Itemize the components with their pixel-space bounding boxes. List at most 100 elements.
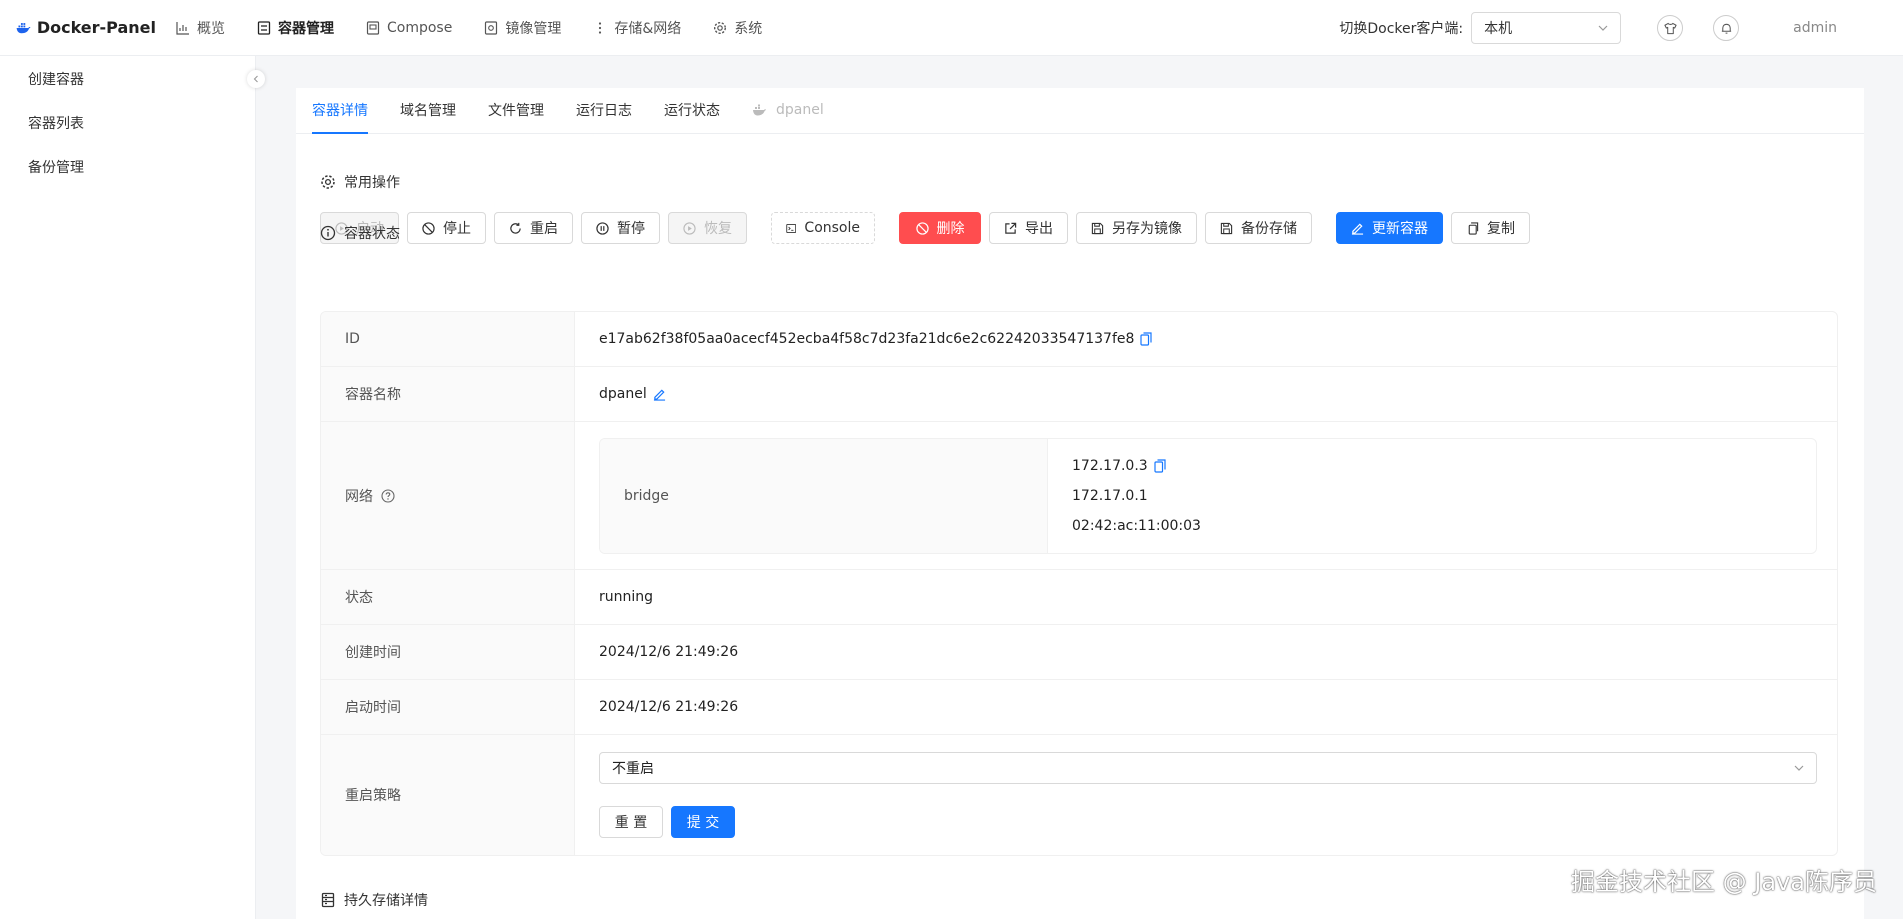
backup-storage-button[interactable]: 备份存储 [1205, 212, 1312, 244]
sidebar-collapse-button[interactable] [247, 70, 265, 88]
detail-label: 创建时间 [321, 625, 575, 679]
copy-icon [1468, 221, 1479, 235]
button-label: 恢复 [704, 221, 732, 237]
export-button[interactable]: 导出 [989, 212, 1068, 244]
section-title-text: 持久存储详情 [344, 893, 428, 909]
console-button[interactable]: Console [771, 212, 875, 244]
container-details-table: ID e17ab62f38f05aa0acecf452ecba4f58c7d23… [320, 311, 1838, 856]
button-label: 备份存储 [1241, 221, 1297, 237]
question-circle-icon[interactable] [381, 488, 395, 503]
nav-label: 容器管理 [278, 20, 334, 37]
detail-row-state: 状态 running [321, 570, 1837, 625]
update-container-button[interactable]: 更新容器 [1336, 212, 1443, 244]
save-icon [1091, 222, 1104, 234]
brand[interactable]: Docker-Panel [0, 18, 156, 37]
tab-domain-management[interactable]: 域名管理 [400, 87, 456, 133]
stop-button[interactable]: 停止 [407, 212, 486, 244]
reload-icon [510, 222, 521, 234]
save-as-image-button[interactable]: 另存为镜像 [1076, 212, 1197, 244]
nav-image-management[interactable]: 镜像管理 [468, 0, 577, 56]
sidebar-item-backup-management[interactable]: 备份管理 [0, 146, 255, 190]
network-ip-row: 172.17.0.3 [1072, 451, 1816, 481]
detail-row-network: 网络 bridge 172.17.0.3 172.17.0.1 02:42:ac… [321, 422, 1837, 570]
detail-label: 网络 [321, 422, 575, 569]
chevron-left-icon [253, 75, 258, 83]
button-label: 复制 [1487, 221, 1515, 237]
main-card: 容器详情 域名管理 文件管理 运行日志 运行状态 dpanel 常用操作 启动 … [296, 88, 1864, 919]
network-mac: 02:42:ac:11:00:03 [1072, 517, 1201, 534]
docker-client-label: 切换Docker客户端: [1339, 21, 1464, 37]
pause-button[interactable]: 暂停 [581, 212, 660, 244]
sidebar-item-container-list[interactable]: 容器列表 [0, 102, 255, 146]
tab-file-management[interactable]: 文件管理 [488, 87, 544, 133]
restart-policy-select[interactable]: 不重启 [599, 752, 1817, 784]
gear-icon [714, 21, 727, 34]
tab-label: dpanel [776, 102, 824, 118]
theme-button[interactable] [1657, 15, 1684, 41]
nav-label: 存储&网络 [614, 20, 682, 37]
button-label: 暂停 [617, 221, 645, 237]
detail-label: 容器名称 [321, 367, 575, 421]
detail-tabs: 容器详情 域名管理 文件管理 运行日志 运行状态 dpanel [296, 88, 1864, 134]
resume-button[interactable]: 恢复 [668, 212, 747, 244]
detail-label: 重启策略 [321, 735, 575, 855]
storage-icon [321, 892, 335, 908]
detail-row-created: 创建时间 2024/12/6 21:49:26 [321, 625, 1837, 680]
sidebar: 创建容器 容器列表 备份管理 [0, 56, 265, 919]
chart-icon [176, 21, 189, 35]
play-circle-icon [683, 221, 696, 235]
tab-run-logs[interactable]: 运行日志 [576, 87, 632, 133]
restart-button[interactable]: 重启 [494, 212, 573, 244]
nav-overview[interactable]: 概览 [160, 0, 241, 56]
network-label-text: 网络 [345, 488, 373, 505]
docker-whale-icon [16, 22, 31, 33]
container-id: e17ab62f38f05aa0acecf452ecba4f58c7d23fa2… [599, 331, 1135, 347]
top-bar: Docker-Panel 概览 容器管理 Compose 镜像管理 存储&网络 … [0, 0, 1903, 56]
more-vertical-icon [599, 21, 602, 34]
chevron-down-icon [1794, 765, 1804, 771]
delete-button[interactable]: 删除 [899, 212, 981, 244]
edit-icon[interactable] [653, 388, 666, 401]
docker-icon [753, 104, 766, 116]
copy-icon[interactable] [1140, 332, 1153, 346]
button-label: Console [804, 220, 860, 236]
network-gateway: 172.17.0.1 [1072, 487, 1148, 504]
terminal-icon [786, 223, 797, 233]
button-label: 重启 [530, 221, 558, 237]
detail-row-restart-policy: 重启策略 不重启 重 置 提 交 [321, 735, 1837, 855]
copy-icon[interactable] [1154, 458, 1166, 473]
stop-icon [915, 221, 929, 235]
copy-container-button[interactable]: 复制 [1451, 212, 1530, 244]
detail-value: 不重启 重 置 提 交 [575, 735, 1837, 855]
network-ip: 172.17.0.3 [1072, 457, 1148, 474]
container-name: dpanel [599, 386, 647, 402]
section-container-status: 容器状态 [320, 223, 400, 243]
nav-label: Compose [387, 19, 453, 36]
button-label: 另存为镜像 [1112, 221, 1182, 237]
header-right: 切换Docker客户端: 本机 admin [1339, 0, 1903, 56]
docker-client-select[interactable]: 本机 [1471, 12, 1622, 44]
tab-run-status[interactable]: 运行状态 [664, 87, 720, 133]
reset-button[interactable]: 重 置 [599, 806, 663, 838]
detail-value: 2024/12/6 21:49:26 [599, 699, 739, 715]
submit-button[interactable]: 提 交 [671, 806, 735, 838]
detail-value: dpanel [575, 367, 1837, 421]
button-label: 停止 [443, 221, 471, 237]
info-circle-icon [320, 225, 336, 241]
export-icon [1005, 222, 1017, 234]
network-values: 172.17.0.3 172.17.0.1 02:42:ac:11:00:03 [1048, 439, 1816, 553]
nav-compose[interactable]: Compose [350, 0, 468, 56]
user-menu[interactable]: admin [1793, 20, 1837, 36]
nav-container-management[interactable]: 容器管理 [241, 0, 350, 56]
nav-label: 概览 [197, 20, 225, 37]
detail-row-name: 容器名称 dpanel [321, 367, 1837, 422]
save-icon [1220, 222, 1233, 234]
tab-container-details[interactable]: 容器详情 [312, 87, 368, 134]
nav-system[interactable]: 系统 [697, 0, 778, 56]
sidebar-item-create-container[interactable]: 创建容器 [0, 58, 255, 102]
section-title-text: 容器状态 [344, 226, 400, 242]
notification-button[interactable] [1713, 15, 1740, 41]
detail-value: running [599, 589, 654, 605]
nav-storage-network[interactable]: 存储&网络 [577, 0, 697, 56]
restart-policy-actions: 重 置 提 交 [599, 806, 1817, 838]
